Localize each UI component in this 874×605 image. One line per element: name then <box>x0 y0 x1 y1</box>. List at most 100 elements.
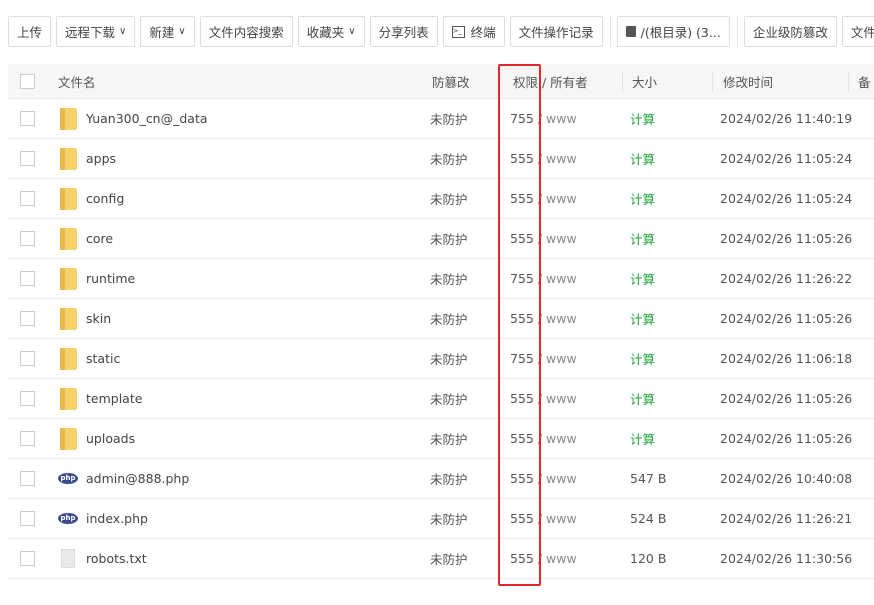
size-cell[interactable]: 计算 <box>630 269 655 288</box>
file-name-cell[interactable]: core <box>58 227 113 250</box>
permission-cell[interactable]: 555 / www <box>510 231 577 246</box>
protect-status[interactable]: 未防护 <box>430 549 468 568</box>
size-cell[interactable]: 计算 <box>630 189 655 208</box>
permission-cell[interactable]: 555 / www <box>510 391 577 406</box>
row-checkbox[interactable] <box>20 231 35 246</box>
permission[interactable]: 555 <box>510 311 534 326</box>
row-checkbox[interactable] <box>20 191 35 206</box>
permission[interactable]: 555 <box>510 431 534 446</box>
file-name-cell[interactable]: apps <box>58 147 116 170</box>
protect-status[interactable]: 未防护 <box>430 389 468 408</box>
header-time[interactable]: 修改时间 <box>723 72 773 91</box>
file-name-cell[interactable]: config <box>58 187 124 210</box>
permission[interactable]: 555 <box>510 511 534 526</box>
owner[interactable]: www <box>546 271 577 286</box>
protect-status[interactable]: 未防护 <box>430 109 468 128</box>
protect-status[interactable]: 未防护 <box>430 349 468 368</box>
permission[interactable]: 555 <box>510 551 534 566</box>
toolbar-button-10[interactable]: 文件 <box>841 16 874 47</box>
owner[interactable]: www <box>546 471 577 486</box>
protect-status[interactable]: 未防护 <box>430 149 468 168</box>
header-name[interactable]: 文件名 <box>58 72 96 91</box>
permission-cell[interactable]: 755 / www <box>510 111 577 126</box>
file-name[interactable]: template <box>86 391 142 406</box>
size-cell[interactable]: 计算 <box>630 429 655 448</box>
size-cell[interactable]: 计算 <box>630 309 655 328</box>
owner[interactable]: www <box>546 231 577 246</box>
owner[interactable]: www <box>546 511 577 526</box>
table-row[interactable]: uploads 未防护 555 / www 计算 2024/02/26 11:0… <box>8 419 874 459</box>
permission[interactable]: 755 <box>510 271 534 286</box>
file-name[interactable]: admin@888.php <box>86 471 189 486</box>
permission-cell[interactable]: 555 / www <box>510 471 577 486</box>
protect-status[interactable]: 未防护 <box>430 189 468 208</box>
table-row[interactable]: apps 未防护 555 / www 计算 2024/02/26 11:05:2… <box>8 139 874 179</box>
file-name[interactable]: skin <box>86 311 111 326</box>
permission-cell[interactable]: 555 / www <box>510 311 577 326</box>
toolbar-button-1[interactable]: 远程下载 ∨ <box>56 16 136 47</box>
owner[interactable]: www <box>546 551 577 566</box>
table-row[interactable]: php admin@888.php 未防护 555 / www 547 B 202… <box>8 459 874 499</box>
protect-status[interactable]: 未防护 <box>430 469 468 488</box>
table-row[interactable]: runtime 未防护 755 / www 计算 2024/02/26 11:2… <box>8 259 874 299</box>
permission[interactable]: 755 <box>510 111 534 126</box>
file-name-cell[interactable]: uploads <box>58 427 135 450</box>
permission[interactable]: 555 <box>510 391 534 406</box>
file-name-cell[interactable]: php index.php <box>58 511 148 526</box>
file-name-cell[interactable]: template <box>58 387 142 410</box>
row-checkbox[interactable] <box>20 111 35 126</box>
owner[interactable]: www <box>546 111 577 126</box>
file-name[interactable]: uploads <box>86 431 135 446</box>
toolbar-button-2[interactable]: 新建 ∨ <box>140 16 195 47</box>
permission-cell[interactable]: 555 / www <box>510 511 577 526</box>
toolbar-button-5[interactable]: 分享列表 <box>369 16 438 47</box>
toolbar-button-4[interactable]: 收藏夹 ∨ <box>297 16 365 47</box>
table-row[interactable]: Yuan300_cn@_data 未防护 755 / www 计算 2024/0… <box>8 99 874 139</box>
header-size[interactable]: 大小 <box>632 72 657 91</box>
toolbar-button-8[interactable]: /(根目录) (3... <box>616 16 730 47</box>
permission-cell[interactable]: 555 / www <box>510 151 577 166</box>
owner[interactable]: www <box>546 391 577 406</box>
file-name-cell[interactable]: runtime <box>58 267 135 290</box>
permission-cell[interactable]: 555 / www <box>510 191 577 206</box>
row-checkbox[interactable] <box>20 391 35 406</box>
file-name-cell[interactable]: php admin@888.php <box>58 471 189 486</box>
table-row[interactable]: robots.txt 未防护 555 / www 120 B 2024/02/2… <box>8 539 874 579</box>
size-cell[interactable]: 计算 <box>630 109 655 128</box>
owner[interactable]: www <box>546 151 577 166</box>
file-name-cell[interactable]: skin <box>58 307 111 330</box>
table-row[interactable]: template 未防护 555 / www 计算 2024/02/26 11:… <box>8 379 874 419</box>
file-name-cell[interactable]: robots.txt <box>58 549 147 568</box>
file-name[interactable]: runtime <box>86 271 135 286</box>
permission-cell[interactable]: 755 / www <box>510 351 577 366</box>
table-row[interactable]: config 未防护 555 / www 计算 2024/02/26 11:05… <box>8 179 874 219</box>
permission[interactable]: 755 <box>510 351 534 366</box>
row-checkbox[interactable] <box>20 471 35 486</box>
size-cell[interactable]: 计算 <box>630 389 655 408</box>
row-checkbox[interactable] <box>20 271 35 286</box>
protect-status[interactable]: 未防护 <box>430 229 468 248</box>
toolbar-button-9[interactable]: 企业级防篡改 <box>743 16 837 47</box>
permission[interactable]: 555 <box>510 231 534 246</box>
row-checkbox[interactable] <box>20 351 35 366</box>
protect-status[interactable]: 未防护 <box>430 509 468 528</box>
toolbar-button-7[interactable]: 文件操作记录 <box>509 16 603 47</box>
toolbar-button-6[interactable]: >_ 终端 <box>442 16 505 47</box>
permission-cell[interactable]: 555 / www <box>510 551 577 566</box>
row-checkbox[interactable] <box>20 151 35 166</box>
file-name-cell[interactable]: Yuan300_cn@_data <box>58 107 208 130</box>
protect-status[interactable]: 未防护 <box>430 309 468 328</box>
size-cell[interactable]: 计算 <box>630 149 655 168</box>
row-checkbox[interactable] <box>20 511 35 526</box>
row-checkbox[interactable] <box>20 431 35 446</box>
permission[interactable]: 555 <box>510 151 534 166</box>
table-row[interactable]: static 未防护 755 / www 计算 2024/02/26 11:06… <box>8 339 874 379</box>
table-row[interactable]: php index.php 未防护 555 / www 524 B 2024/02… <box>8 499 874 539</box>
file-name[interactable]: Yuan300_cn@_data <box>86 111 208 126</box>
owner[interactable]: www <box>546 311 577 326</box>
file-name[interactable]: config <box>86 191 124 206</box>
select-all-checkbox[interactable] <box>20 73 35 89</box>
permission-cell[interactable]: 755 / www <box>510 271 577 286</box>
size-cell[interactable]: 计算 <box>630 349 655 368</box>
size-cell[interactable]: 计算 <box>630 229 655 248</box>
